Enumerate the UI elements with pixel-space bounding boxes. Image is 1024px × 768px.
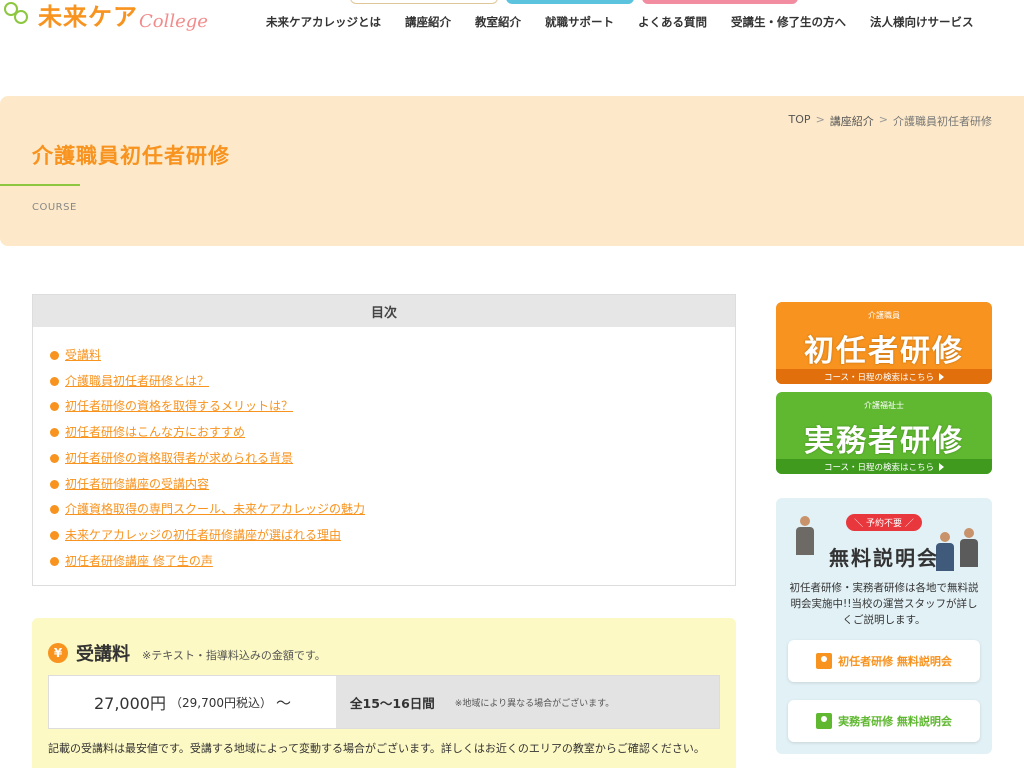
session-description: 初任者研修・実務者研修は各地で無料説明会実施中!!当校の運営スタッフが詳しくご説… [789, 582, 979, 626]
banner-main-label: 初任者研修 [804, 334, 964, 369]
nav-about[interactable]: 未来ケアカレッジとは [266, 14, 381, 30]
breadcrumb-current: 介護職員初任者研修 [893, 115, 992, 128]
toc-item[interactable]: 未来ケアカレッジの初任者研修講座が選ばれる理由 [50, 523, 735, 549]
top-tab-1[interactable] [350, 0, 498, 4]
fee-table: 27,000円 （29,700円税込） 〜 全15〜16日間 ※地域により異なる… [48, 675, 720, 729]
toc-item[interactable]: 初任者研修の資格取得者が求められる背景 [50, 446, 735, 472]
free-session-panel: ＼ 予約不要 ／ 無料説明会 初任者研修・実務者研修は各地で無料説明会実施中!!… [776, 498, 992, 754]
session-title: 無料説明会 [829, 546, 939, 570]
nav-classrooms[interactable]: 教室紹介 [475, 14, 521, 30]
fee-info-cell: 全15〜16日間 ※地域により異なる場合がございます。 [336, 676, 719, 728]
toc-item-label: 初任者研修講座の受講内容 [65, 476, 210, 491]
arrow-right-icon [939, 462, 945, 471]
fee-heading: ¥ 受講料 ※テキスト・指導料込みの金額です。 [48, 640, 326, 666]
bullet-icon [50, 428, 59, 438]
bullet-icon [50, 402, 59, 412]
bullet-icon [50, 376, 59, 386]
toc-item[interactable]: 初任者研修講座の受講内容 [50, 472, 735, 498]
page-title: 介護職員初任者研修 [32, 144, 230, 168]
fee-tilde: 〜 [275, 693, 291, 712]
fee-tax: （29,700円税込） [169, 695, 272, 710]
seminar-icon [816, 653, 833, 669]
breadcrumb-courses[interactable]: 講座紹介 [830, 113, 874, 129]
bullet-icon [50, 530, 59, 540]
global-nav: 未来ケアカレッジとは 講座紹介 教室紹介 就職サポート よくある質問 受講生・修… [266, 14, 974, 30]
nav-faq[interactable]: よくある質問 [638, 14, 707, 30]
fee-region-note: ※地域により異なる場合がございます。 [454, 698, 615, 709]
seminar-icon [816, 713, 833, 729]
toc-item-label: 初任者研修講座 修了生の声 [65, 553, 213, 568]
breadcrumb-separator: > [878, 113, 888, 126]
nav-corporate[interactable]: 法人様向けサービス [870, 14, 974, 30]
fee-price-cell: 27,000円 （29,700円税込） 〜 [49, 676, 336, 728]
button-label: 初任者研修 無料説明会 [838, 655, 952, 668]
banner-small-label: 介護職員 [868, 311, 900, 320]
toc-item[interactable]: 初任者研修はこんな方におすすめ [50, 420, 735, 446]
site-logo[interactable]: 未来ケア College [0, 0, 208, 32]
fee-footnote: 記載の受講料は最安値です。受講する地域によって変動する場合がございます。詳しくは… [48, 742, 705, 755]
bullet-icon [50, 351, 59, 360]
button-label: 実務者研修 無料説明会 [838, 715, 952, 728]
toc-item[interactable]: 介護職員初任者研修とは？ [50, 369, 735, 395]
bullet-icon [50, 453, 59, 463]
fee-period: 全15〜16日間 [350, 695, 435, 711]
bullet-icon [50, 479, 59, 489]
top-button-tabs [350, 0, 798, 4]
breadcrumb-home[interactable]: TOP [789, 113, 811, 129]
banner-small-label: 介護福祉士 [864, 401, 904, 410]
toc-item[interactable]: 介護資格取得の専門スクール、未来ケアカレッジの魅力 [50, 497, 735, 523]
breadcrumb: TOP > 講座紹介 > 介護職員初任者研修 [789, 113, 992, 129]
logo-text-en: College [139, 11, 208, 32]
fee-section: ¥ 受講料 ※テキスト・指導料込みの金額です。 27,000円 （29,700円… [32, 618, 736, 768]
page-subtitle: COURSE [32, 202, 77, 213]
toc-item[interactable]: 初任者研修講座 修了生の声 [50, 549, 735, 575]
banner-strip-label: コース・日程の検索はこちら [823, 372, 935, 383]
toc-item[interactable]: 初任者研修の資格を取得するメリットは？ [50, 394, 735, 420]
bullet-icon [50, 505, 59, 515]
banner-strip: コース・日程の検索はこちら [776, 369, 992, 384]
fee-title: 受講料 [76, 644, 130, 665]
jitsumusha-course-banner[interactable]: 介護福祉士 実務者研修 コース・日程の検索はこちら [776, 392, 992, 474]
jitsumusha-session-button[interactable]: 実務者研修 無料説明会 [788, 700, 980, 742]
shoninsha-session-button[interactable]: 初任者研修 無料説明会 [788, 640, 980, 682]
top-tab-3[interactable] [642, 0, 798, 4]
toc-item-label: 未来ケアカレッジの初任者研修講座が選ばれる理由 [65, 527, 342, 542]
bullet-icon [50, 556, 59, 566]
logo-text-jp: 未来ケア [38, 3, 138, 31]
title-underline [0, 184, 80, 186]
nav-career-support[interactable]: 就職サポート [545, 14, 614, 30]
fee-price: 27,000円 [93, 694, 166, 713]
arrow-right-icon [939, 372, 945, 381]
toc-item-label: 初任者研修の資格を取得するメリットは？ [65, 399, 294, 414]
flower-logo-icon [0, 0, 36, 32]
page-title-band: TOP > 講座紹介 > 介護職員初任者研修 介護職員初任者研修 COURSE [0, 96, 1024, 246]
toc-item-label: 介護職員初任者研修とは？ [65, 373, 210, 388]
yen-icon: ¥ [48, 643, 68, 663]
toc-item[interactable]: 受講料 [50, 343, 735, 369]
toc-item-label: 初任者研修はこんな方におすすめ [65, 425, 246, 440]
toc-heading: 目次 [33, 295, 735, 327]
banner-strip-label: コース・日程の検索はこちら [823, 462, 935, 473]
no-reservation-badge: ＼ 予約不要 ／ [846, 514, 922, 531]
toc-item-label: 介護資格取得の専門スクール、未来ケアカレッジの魅力 [65, 502, 366, 517]
table-of-contents: 目次 受講料 介護職員初任者研修とは？ 初任者研修の資格を取得するメリットは？ … [32, 294, 736, 586]
shoninsha-course-banner[interactable]: 介護職員 初任者研修 コース・日程の検索はこちら [776, 302, 992, 384]
top-tab-2[interactable] [506, 0, 634, 4]
banner-main-label: 実務者研修 [804, 424, 964, 459]
toc-item-label: 初任者研修の資格取得者が求められる背景 [65, 450, 294, 465]
breadcrumb-separator: > [815, 113, 825, 126]
nav-courses[interactable]: 講座紹介 [405, 14, 451, 30]
banner-strip: コース・日程の検索はこちら [776, 459, 992, 474]
nav-students[interactable]: 受講生・修了生の方へ [731, 14, 846, 30]
toc-list: 受講料 介護職員初任者研修とは？ 初任者研修の資格を取得するメリットは？ 初任者… [33, 327, 735, 574]
fee-note: ※テキスト・指導料込みの金額です。 [142, 649, 326, 662]
toc-item-label: 受講料 [65, 348, 102, 362]
